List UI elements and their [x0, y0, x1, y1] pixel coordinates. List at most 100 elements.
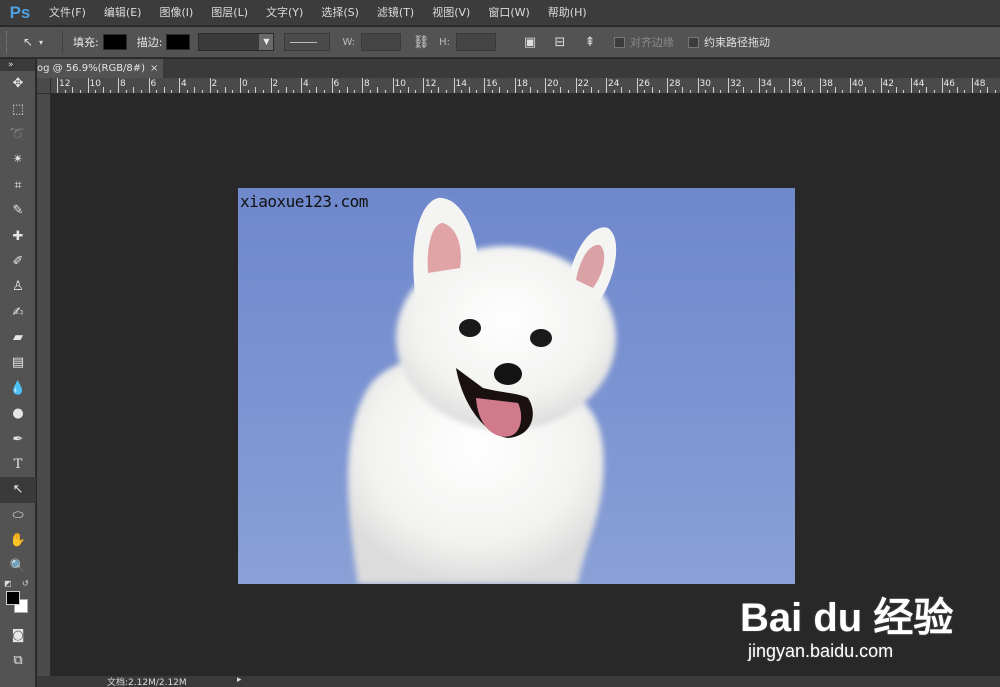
path-operations-icon[interactable]: ▣: [520, 35, 540, 50]
ruler-tick: [819, 78, 821, 93]
ruler-tick: [453, 78, 455, 93]
status-menu-arrow-icon[interactable]: ▸: [237, 675, 242, 685]
ruler-tick: [392, 78, 394, 93]
ruler-minor-tick: [987, 87, 989, 93]
ruler-minor-tick: [125, 90, 127, 93]
ruler-minor-tick: [811, 90, 813, 93]
foreground-color[interactable]: [6, 590, 20, 605]
eraser-tool-icon[interactable]: ▰: [0, 325, 36, 350]
ruler-minor-tick: [400, 90, 402, 93]
fill-swatch[interactable]: [102, 34, 127, 50]
menu-filter[interactable]: 滤镜(T): [368, 0, 423, 26]
menu-file[interactable]: 文件(F): [40, 0, 95, 26]
document-tab[interactable]: og @ 56.9%(RGB/8#) ×: [37, 59, 163, 78]
ruler-minor-tick: [468, 87, 470, 93]
horizontal-ruler[interactable]: 12 10 8 6 4 2 0 2 4 6 8 10 12 14 16 18 20 22 24 26 28 30 32 34 3…: [51, 78, 1000, 94]
ruler-label: 24: [608, 79, 620, 89]
ruler-tick: [911, 78, 912, 93]
close-icon[interactable]: ×: [150, 59, 158, 78]
ruler-minor-tick: [194, 87, 196, 93]
ruler-minor-tick: [583, 90, 585, 93]
vertical-ruler[interactable]: [37, 94, 51, 687]
zoom-tool-icon[interactable]: 🔍: [0, 553, 36, 578]
default-colors-icon[interactable]: ◩: [4, 579, 12, 588]
constrain-path-checkbox[interactable]: [688, 36, 699, 48]
ruler-label: 46: [943, 79, 955, 89]
stroke-label: 描边:: [136, 36, 163, 49]
history-brush-icon[interactable]: ✍: [0, 300, 36, 325]
stroke-swatch[interactable]: [166, 34, 191, 50]
menu-image[interactable]: 图像(I): [150, 0, 202, 26]
document-canvas[interactable]: xiaoxue123.com: [238, 188, 795, 584]
magic-wand-tool-icon[interactable]: ✴: [0, 147, 36, 172]
ruler-minor-tick: [712, 87, 714, 93]
collapse-toolbar-icon[interactable]: »: [0, 59, 35, 71]
marquee-tool-icon[interactable]: ⬚: [0, 96, 36, 121]
move-tool-icon[interactable]: ✥: [0, 71, 36, 96]
screen-mode-icon[interactable]: ⧉: [0, 648, 36, 673]
hand-tool-icon[interactable]: ✋: [0, 528, 36, 553]
align-edges-checkbox[interactable]: [614, 36, 625, 48]
ruler-minor-tick: [506, 90, 508, 93]
width-field[interactable]: [361, 33, 402, 51]
ruler-minor-tick: [621, 87, 623, 93]
ruler-tick: [850, 78, 851, 93]
ruler-label: 6: [150, 79, 157, 89]
blur-tool-icon[interactable]: 💧: [0, 376, 36, 401]
stroke-width-dropdown[interactable]: ▼: [198, 33, 275, 51]
ruler-minor-tick: [186, 90, 188, 93]
menu-type[interactable]: 文字(Y): [257, 0, 312, 26]
lasso-tool-icon[interactable]: ➰: [0, 122, 36, 147]
document-size-info[interactable]: 文档:2.12M/2.12M: [107, 675, 187, 687]
gradient-tool-icon[interactable]: ▤: [0, 350, 36, 375]
height-field[interactable]: [456, 33, 496, 51]
dodge-tool-icon[interactable]: ●: [0, 401, 36, 426]
link-icon[interactable]: ⛓: [411, 35, 431, 50]
ruler-minor-tick: [316, 87, 318, 93]
ruler-minor-tick: [476, 90, 478, 93]
status-bar: 文档:2.12M/2.12M ▸: [37, 675, 1000, 687]
chevron-down-icon: ▾: [39, 37, 44, 47]
menu-edit[interactable]: 编辑(E): [95, 0, 151, 26]
ruler-tick: [545, 78, 546, 93]
menu-layer[interactable]: 图层(L): [202, 0, 257, 26]
pen-tool-icon[interactable]: ✒: [0, 426, 36, 451]
ruler-minor-tick: [369, 90, 371, 93]
clone-stamp-icon[interactable]: ♙: [0, 274, 36, 299]
brush-tool-icon[interactable]: ✐: [0, 249, 36, 274]
menu-help[interactable]: 帮助(H): [539, 0, 596, 26]
ruler-minor-tick: [323, 90, 325, 93]
ruler-label: 22: [577, 79, 589, 89]
path-alignment-icon[interactable]: ⊟: [550, 35, 570, 50]
tool-preset-picker[interactable]: ↖ ▾: [16, 31, 50, 53]
ruler-minor-tick: [171, 90, 173, 93]
ruler-minor-tick: [201, 90, 203, 93]
type-tool-icon[interactable]: T: [0, 452, 36, 477]
ruler-minor-tick: [842, 90, 844, 93]
path-arrangement-icon[interactable]: ⇞: [580, 35, 600, 50]
eyedropper-tool-icon[interactable]: ✎: [0, 198, 36, 223]
swap-colors-icon[interactable]: ↺: [22, 579, 29, 588]
menu-window[interactable]: 窗口(W): [479, 0, 538, 26]
menu-select[interactable]: 选择(S): [312, 0, 368, 26]
path-selection-tool-icon[interactable]: ↖: [0, 477, 36, 503]
ruler-label: 20: [547, 79, 559, 89]
ruler-minor-tick: [781, 90, 783, 93]
healing-brush-icon[interactable]: ✚: [0, 223, 36, 248]
ruler-label: 40: [852, 79, 864, 89]
ruler-tick: [87, 78, 89, 93]
ruler-tick: [57, 78, 58, 93]
ruler-label: 14: [455, 79, 467, 89]
menu-view[interactable]: 视图(V): [423, 0, 479, 26]
ruler-minor-tick: [102, 87, 104, 93]
ruler-label: 10: [394, 79, 406, 89]
quick-mask-icon[interactable]: ◙: [0, 623, 36, 648]
crop-tool-icon[interactable]: ⌗: [0, 173, 36, 198]
options-grip[interactable]: [6, 31, 16, 53]
stroke-type-dropdown[interactable]: [284, 33, 331, 51]
ruler-minor-tick: [598, 90, 600, 93]
ruler-minor-tick: [888, 90, 890, 93]
ruler-origin[interactable]: [37, 78, 51, 94]
ellipse-tool-icon[interactable]: ⬭: [0, 503, 36, 528]
ruler-minor-tick: [994, 90, 996, 93]
